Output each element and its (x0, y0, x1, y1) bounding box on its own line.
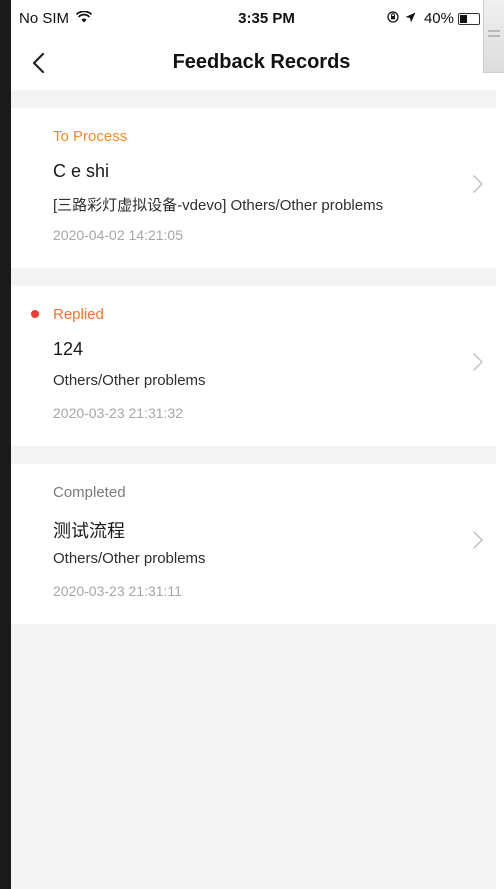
window-handle[interactable] (483, 0, 504, 73)
chevron-right-icon (473, 175, 483, 193)
record-title: C e shi (53, 161, 110, 181)
record-title: 124 (53, 339, 84, 359)
record-status: Replied (53, 306, 104, 323)
record-title: 测试流程 (53, 521, 125, 541)
unread-dot-icon (31, 310, 39, 318)
battery-fill (460, 14, 468, 23)
location-arrow-icon (405, 10, 416, 27)
status-bar: No SIM 3:35 PM 40% (11, 0, 504, 38)
left-edge-bar (0, 0, 11, 889)
record-description: [三路彩灯虚拟设备-vdevo] Others/Other problems (53, 197, 384, 214)
feedback-record-item[interactable]: Completed 测试流程 Others/Other problems 202… (11, 464, 504, 624)
record-timestamp: 2020-04-02 14:21:05 (53, 227, 183, 243)
record-description: Others/Other problems (53, 372, 206, 389)
battery-percent: 40% (423, 10, 454, 27)
feedback-record-item[interactable]: Replied 124 Others/Other problems 2020-0… (11, 286, 504, 446)
status-indicators: 40% (387, 10, 480, 27)
feedback-record-item[interactable]: To Process C e shi [三路彩灯虚拟设备-vdevo] Othe… (11, 108, 504, 268)
navigation-bar: Feedback Records (11, 38, 504, 90)
record-status: To Process (53, 128, 128, 145)
orientation-lock-icon (387, 10, 399, 27)
right-edge-strip (496, 0, 504, 889)
record-status: Completed (53, 484, 126, 501)
record-description: Others/Other problems (53, 550, 206, 567)
chevron-right-icon (473, 353, 483, 371)
feedback-records-screen: No SIM 3:35 PM 40% Feedback Records To P… (0, 0, 504, 889)
record-timestamp: 2020-03-23 21:31:11 (53, 583, 182, 599)
record-timestamp: 2020-03-23 21:31:32 (53, 405, 183, 421)
chevron-right-icon (473, 531, 483, 549)
battery-icon (458, 12, 480, 25)
page-title: Feedback Records (172, 51, 351, 73)
grip-icon (488, 30, 500, 32)
